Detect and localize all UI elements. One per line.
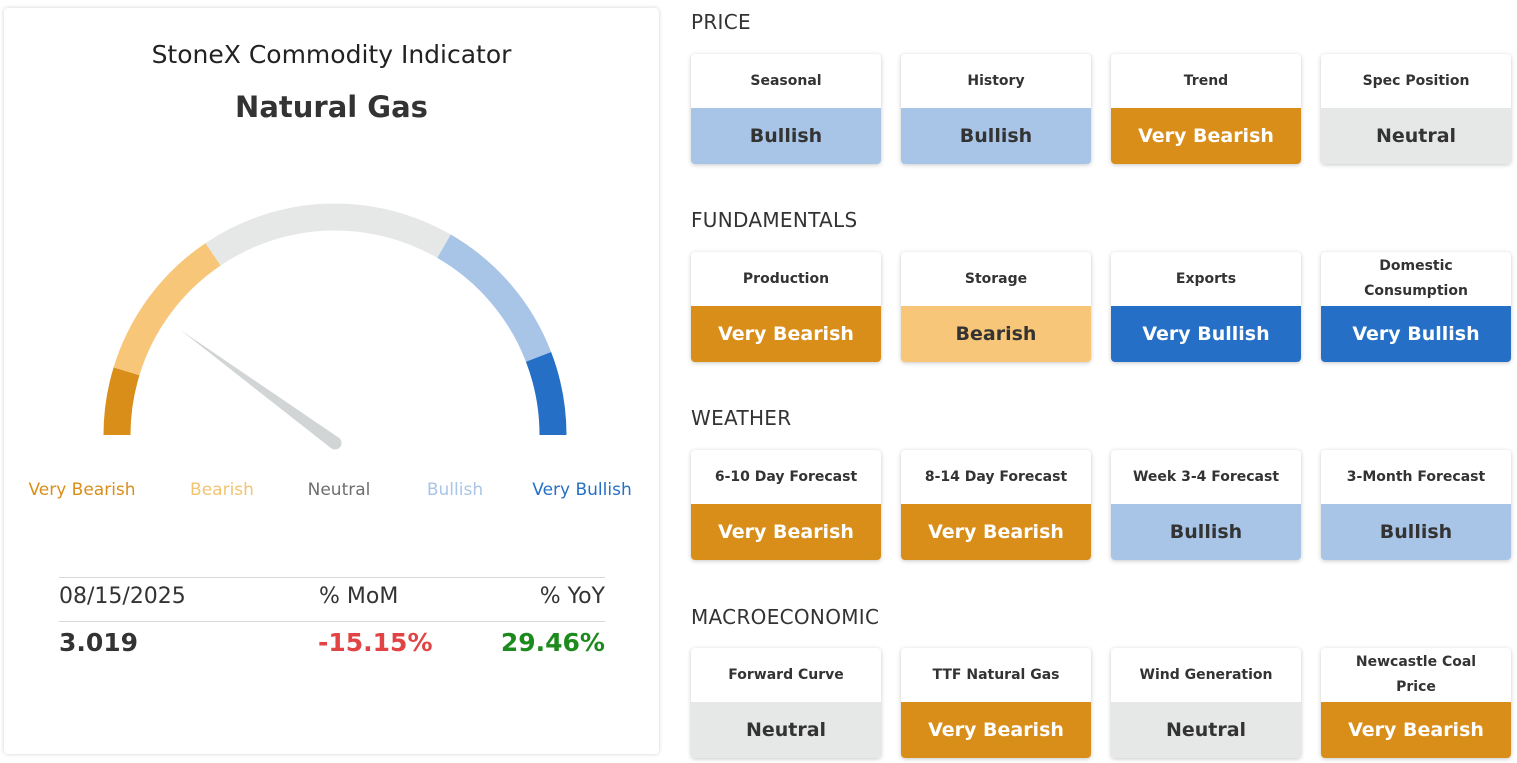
gauge-label-bearish: Bearish [190, 480, 254, 500]
tile-value: Bullish [1111, 504, 1301, 560]
tile-value: Very Bearish [1111, 108, 1301, 164]
section-title-fundamentals: FUNDAMENTALS [691, 208, 858, 232]
tile-label: Domestic Consumption [1364, 258, 1468, 299]
tile-8-14-day-forecast[interactable]: 8-14 Day Forecast Very Bearish [901, 450, 1091, 560]
tile-label: Storage [964, 270, 1028, 287]
tile-value: Neutral [1321, 108, 1511, 164]
tile-domestic-consumption[interactable]: Domestic Consumption Very Bullish [1321, 252, 1511, 362]
tile-exports[interactable]: Exports Very Bullish [1111, 252, 1301, 362]
gauge-label-neutral: Neutral [307, 480, 371, 500]
tile-value: Very Bearish [901, 702, 1091, 758]
tile-value: Bearish [901, 306, 1091, 362]
tile-value: Very Bullish [1321, 306, 1511, 362]
gauge-label-bullish: Bullish [426, 480, 484, 500]
tile-week-3-4-forecast[interactable]: Week 3-4 Forecast Bullish [1111, 450, 1301, 560]
stats-yoy-header: % YoY [539, 584, 605, 609]
tile-label: Seasonal [750, 72, 822, 89]
tile-history[interactable]: History Bullish [901, 54, 1091, 164]
section-title-weather: WEATHER [691, 406, 792, 430]
tile-value: Bullish [691, 108, 881, 164]
tile-production[interactable]: Production Very Bearish [691, 252, 881, 362]
gauge-segment-bullish [437, 234, 552, 362]
gauge-segment-very-bearish [103, 367, 140, 436]
tile-seasonal[interactable]: Seasonal Bullish [691, 54, 881, 164]
indicator-card: StoneX Commodity Indicator Natural Gas V… [4, 8, 659, 754]
tile-value: Very Bearish [1321, 702, 1511, 758]
stats-date: 08/15/2025 [59, 584, 186, 609]
stats-divider-top [59, 577, 605, 578]
gauge-label-very-bearish: Very Bearish [28, 480, 136, 500]
tile-value: Very Bearish [901, 504, 1091, 560]
tile-forward-curve[interactable]: Forward Curve Neutral [691, 648, 881, 758]
tile-label: Newcastle Coal Price [1355, 654, 1477, 695]
gauge-segment-very-bullish [525, 352, 567, 436]
tile-label: Production [742, 270, 830, 287]
tile-label: 3-Month Forecast [1346, 468, 1486, 485]
tile-value: Very Bearish [691, 306, 881, 362]
tile-wind-generation[interactable]: Wind Generation Neutral [1111, 648, 1301, 758]
tile-label: History [967, 72, 1025, 89]
stats-yoy-value: 29.46% [500, 628, 605, 657]
tile-value: Very Bullish [1111, 306, 1301, 362]
gauge-needle [180, 329, 339, 449]
section-title-price: PRICE [691, 10, 751, 34]
tile-6-10-day-forecast[interactable]: 6-10 Day Forecast Very Bearish [691, 450, 881, 560]
tile-label: Spec Position [1362, 72, 1470, 89]
gauge-segment-neutral [205, 203, 451, 266]
tile-value: Very Bearish [691, 504, 881, 560]
tile-trend[interactable]: Trend Very Bearish [1111, 54, 1301, 164]
tile-value: Neutral [1111, 702, 1301, 758]
stats-divider-mid [59, 621, 605, 622]
stats-mom-value: -15.15% [318, 628, 433, 657]
tile-newcastle-coal-price[interactable]: Newcastle Coal Price Very Bearish [1321, 648, 1511, 758]
tile-value: Bullish [1321, 504, 1511, 560]
tile-label: Forward Curve [728, 666, 844, 683]
gauge-segment-bearish [113, 243, 221, 376]
gauge-needle-hub [328, 436, 342, 450]
tile-label: 8-14 Day Forecast [924, 468, 1068, 485]
section-title-macroeconomic: MACROECONOMIC [691, 605, 880, 629]
tile-spec-position[interactable]: Spec Position Neutral [1321, 54, 1511, 164]
gauge-label-very-bullish: Very Bullish [532, 480, 632, 500]
tile-3-month-forecast[interactable]: 3-Month Forecast Bullish [1321, 450, 1511, 560]
tile-ttf-natural-gas[interactable]: TTF Natural Gas Very Bearish [901, 648, 1091, 758]
tile-value: Neutral [691, 702, 881, 758]
tile-storage[interactable]: Storage Bearish [901, 252, 1091, 362]
tile-label: Trend [1183, 72, 1229, 89]
tile-label: Week 3-4 Forecast [1132, 468, 1280, 485]
stats-price: 3.019 [59, 628, 139, 657]
stats-mom-header: % MoM [319, 584, 399, 609]
tile-value: Bullish [901, 108, 1091, 164]
tile-label: Wind Generation [1139, 666, 1273, 683]
tile-label: TTF Natural Gas [932, 666, 1060, 683]
tile-label: 6-10 Day Forecast [714, 468, 858, 485]
tile-label: Exports [1175, 270, 1237, 287]
sentiment-gauge [103, 203, 567, 450]
